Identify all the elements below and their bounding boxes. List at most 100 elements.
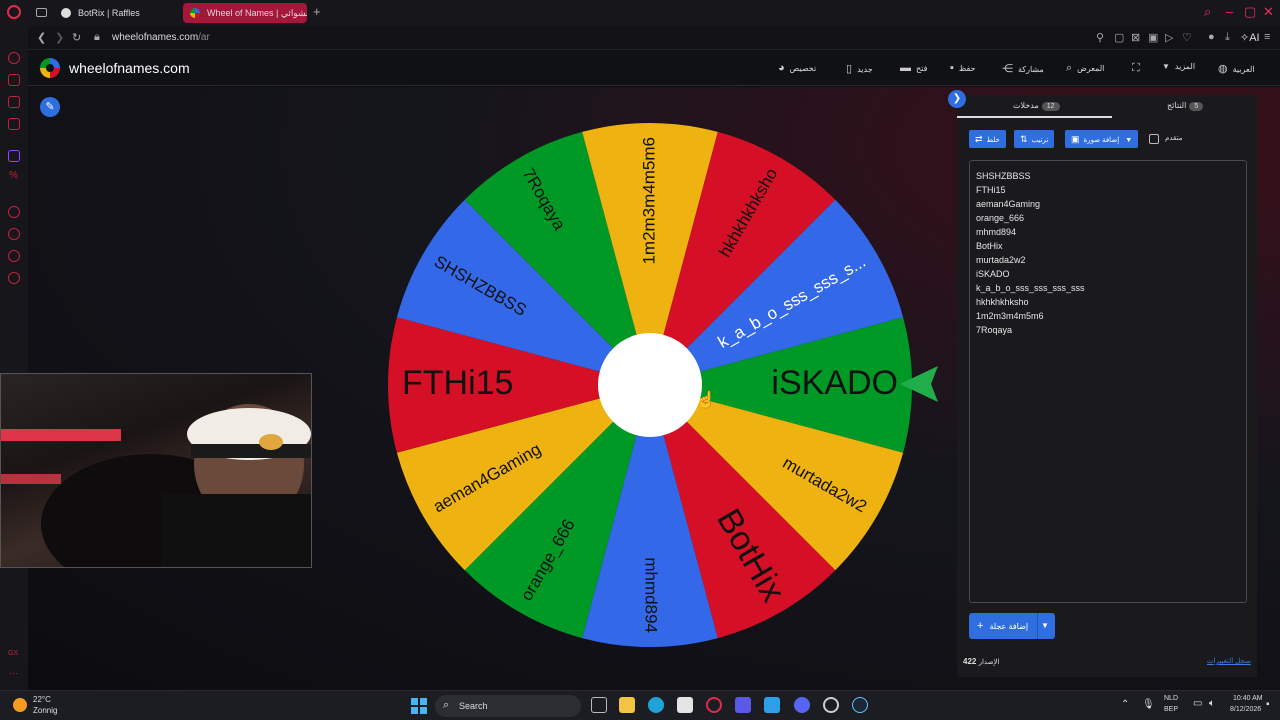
sidebar-more-icon[interactable]: ···: [9, 668, 18, 678]
adblock-icon[interactable]: ⊠: [1131, 31, 1140, 44]
discord-icon[interactable]: [794, 697, 810, 713]
clock-date[interactable]: 8/12/2026: [1230, 706, 1261, 713]
opera-logo-icon[interactable]: [7, 5, 21, 19]
wheel-center-hub[interactable]: [598, 333, 702, 437]
url-field[interactable]: wheelofnames.com/ar: [112, 32, 210, 43]
open-button[interactable]: ▬ فتح: [900, 62, 927, 74]
collapse-panel-button[interactable]: ❯: [948, 90, 966, 108]
new-button[interactable]: ▯ جديد: [846, 62, 873, 75]
add-image-label: إضافة صورة: [1083, 137, 1120, 144]
sidebar-gx-icon[interactable]: GX: [8, 650, 18, 657]
shuffle-button[interactable]: ⇄ خلط: [969, 130, 1006, 148]
more-button[interactable]: ▼ المزيد: [1162, 62, 1195, 71]
customize-button[interactable]: ◕ تخصيص: [778, 62, 816, 74]
profile-icon[interactable]: ●: [1208, 31, 1215, 43]
network-icon[interactable]: ▭: [1193, 698, 1202, 709]
add-wheel-button[interactable]: + إضافة عجلة ▼: [969, 613, 1055, 639]
volume-icon[interactable]: 🔈︎: [1209, 698, 1215, 709]
task-view-icon[interactable]: [591, 697, 607, 713]
site-name[interactable]: wheelofnames.com: [69, 60, 190, 76]
tab-results[interactable]: النتائج 5: [1167, 101, 1204, 111]
vpn-icon[interactable]: ▣: [1148, 31, 1158, 44]
tray-chevron-icon[interactable]: ⌃: [1121, 699, 1129, 710]
reload-icon[interactable]: ↻: [72, 31, 81, 44]
changelog-link[interactable]: سجل التغييرات: [1207, 657, 1251, 665]
menu-icon[interactable]: ≡: [1264, 31, 1270, 43]
new-tab-button[interactable]: +: [313, 4, 321, 19]
file-explorer-icon[interactable]: [619, 697, 635, 713]
maximize-icon[interactable]: ▢: [1244, 4, 1256, 20]
tab-entries[interactable]: مدخلات 12: [1013, 101, 1060, 111]
forward-icon[interactable]: ❯: [55, 31, 64, 44]
sidebar-percent-icon[interactable]: %: [9, 170, 18, 181]
sidebar-messenger-icon[interactable]: [8, 250, 20, 262]
taskbar-search[interactable]: ⌕ Search: [435, 695, 581, 717]
temperature[interactable]: 22°C: [33, 695, 51, 704]
entry-line: murtada2w2: [976, 255, 1026, 265]
workspace-icon[interactable]: [36, 8, 47, 17]
search-label: Search: [459, 701, 488, 711]
wheel-segment-label: FTHi15: [402, 364, 513, 402]
sidebar-chat-icon[interactable]: [8, 96, 20, 108]
chevron-down-icon[interactable]: ▼: [1041, 613, 1049, 639]
sidebar-play-icon[interactable]: [8, 206, 20, 218]
player-icon[interactable]: ▷: [1165, 31, 1173, 44]
start-windows-icon[interactable]: [411, 698, 427, 714]
wheel-favicon-icon: [190, 8, 200, 18]
ai-button[interactable]: ✧AI: [1240, 31, 1260, 44]
sort-button[interactable]: ⇅ ترتيب: [1014, 130, 1055, 148]
notification-icon[interactable]: ▪: [1266, 699, 1270, 710]
close-icon[interactable]: ✕: [1263, 4, 1274, 20]
gallery-button[interactable]: ⌕ المعرض: [1066, 62, 1104, 75]
sidebar-aria-icon[interactable]: [8, 52, 20, 64]
pin-icon[interactable]: ⚲: [1096, 31, 1104, 44]
wheel-logo-icon[interactable]: [40, 58, 60, 78]
opera-gx-icon[interactable]: [706, 697, 722, 713]
active-tab-indicator: [957, 116, 1112, 118]
url-path: /ar: [198, 32, 210, 43]
sidebar-history-icon[interactable]: [8, 228, 20, 240]
share-button[interactable]: ⋲ مشاركة: [1002, 62, 1044, 75]
microphone-icon[interactable]: 🎙︎: [1142, 699, 1155, 710]
heart-icon[interactable]: ♡: [1182, 31, 1192, 44]
button-divider: [1037, 613, 1038, 639]
store-icon[interactable]: [677, 697, 693, 713]
minimize-icon[interactable]: –: [1226, 4, 1233, 19]
obs-icon[interactable]: [823, 697, 839, 713]
tab-wheel-of-names[interactable]: Wheel of Names | العشوائي: [183, 3, 307, 23]
shuffle-icon: ⇄: [975, 134, 983, 144]
folder-icon: ▬: [900, 62, 911, 74]
steam-icon[interactable]: [852, 697, 868, 713]
results-count-badge: 5: [1189, 102, 1204, 111]
clock-time[interactable]: 10:40 AM: [1233, 695, 1263, 702]
back-icon[interactable]: ❮: [37, 31, 46, 44]
sidebar-settings-icon[interactable]: [8, 272, 20, 284]
fullscreen-button[interactable]: ⛶: [1132, 62, 1140, 75]
search-tabs-icon[interactable]: ⌕: [1204, 4, 1211, 20]
tab-botrix[interactable]: BotRix | Raffles: [54, 3, 174, 23]
snapshot-icon[interactable]: ▢: [1114, 31, 1124, 44]
edge-icon[interactable]: [648, 697, 664, 713]
sidebar-mail-icon[interactable]: [8, 118, 20, 130]
wheel-segment-label: iSKADO: [771, 364, 898, 402]
app-icon[interactable]: [735, 697, 751, 713]
entries-count-badge: 12: [1041, 102, 1060, 111]
keyboard-language-1[interactable]: NLD: [1164, 695, 1178, 702]
sun-icon[interactable]: [13, 698, 27, 712]
keyboard-language-2[interactable]: BEP: [1164, 706, 1178, 713]
entries-textarea[interactable]: SHSHZBBSS FTHi15 aeman4Gaming orange_666 mhm…: [969, 160, 1247, 603]
add-image-button[interactable]: ▣ إضافة صورة ▼: [1065, 130, 1139, 148]
wheel-segment-label: 1m2m3m4m5m6: [639, 137, 658, 265]
sidebar-twitch-icon[interactable]: [8, 150, 20, 162]
sidebar-bag-icon[interactable]: [8, 74, 20, 86]
windows-app-icon[interactable]: [764, 697, 780, 713]
gallery-label: المعرض: [1077, 64, 1105, 73]
download-icon[interactable]: ⤓: [1225, 31, 1230, 44]
version-number: 422: [963, 657, 977, 666]
open-label: فتح: [916, 64, 928, 73]
weather-status[interactable]: Zonnig: [33, 706, 57, 715]
sort-label: ترتيب: [1031, 137, 1049, 144]
advanced-checkbox[interactable]: [1149, 134, 1159, 144]
language-button[interactable]: ◍ العربية: [1218, 62, 1254, 75]
save-button[interactable]: ▪ حفظ: [950, 62, 976, 74]
